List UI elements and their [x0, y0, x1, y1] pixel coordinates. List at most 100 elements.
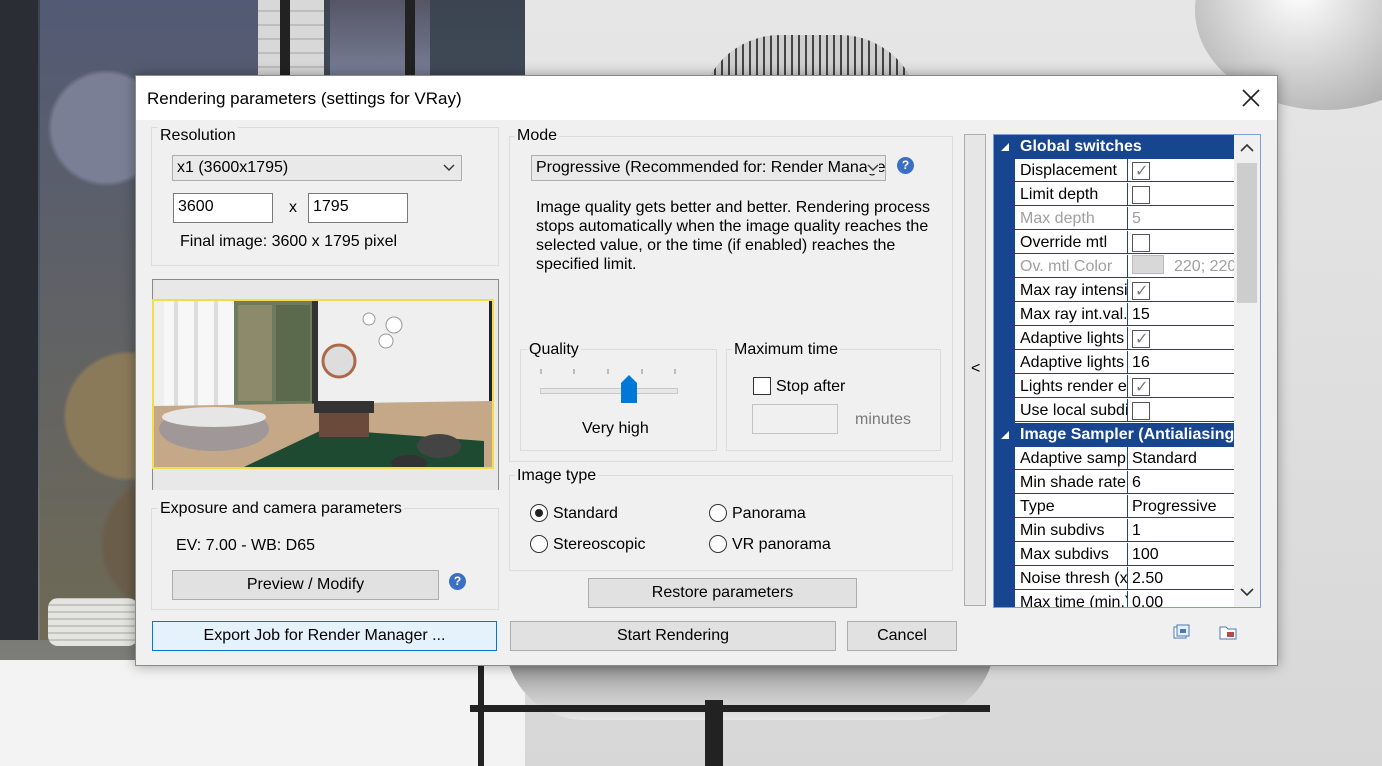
stop-after-checkbox[interactable] [753, 377, 771, 395]
restore-parameters-button[interactable]: Restore parameters [588, 578, 857, 608]
help-icon[interactable]: ? [897, 157, 914, 174]
help-icon[interactable]: ? [449, 573, 466, 590]
collapse-triangle-icon[interactable] [1000, 430, 1010, 440]
grid-property-value[interactable]: 6 [1128, 471, 1234, 494]
grid-property-value[interactable] [1128, 279, 1234, 302]
grid-property-value[interactable]: Progressive [1128, 495, 1234, 518]
grid-property-name[interactable]: Ov. mtl Color [1015, 255, 1128, 278]
grid-property-value[interactable]: 0.00 [1128, 591, 1234, 607]
grid-row: Max time (min.) 0.00 [994, 591, 1234, 607]
grid-scrollbar-thumb[interactable] [1237, 163, 1257, 303]
load-settings-icon[interactable] [1219, 623, 1237, 641]
radio-standard[interactable] [530, 504, 548, 522]
bg-drain [705, 700, 723, 766]
property-grid: Global switchesDisplacementLimit depthMa… [993, 134, 1261, 608]
grid-property-value[interactable]: 1 [1128, 519, 1234, 542]
grid-row-gutter [994, 207, 1015, 231]
grid-property-name[interactable]: Lights render elements [1015, 375, 1128, 398]
grid-category-1[interactable]: Global switches [994, 135, 1234, 159]
grid-row: Min subdivs 1 [994, 519, 1234, 543]
grid-checkbox[interactable] [1132, 376, 1150, 397]
grid-checkbox[interactable] [1132, 234, 1150, 252]
grid-property-value[interactable]: 5 [1128, 207, 1234, 230]
resolution-separator: x [289, 199, 297, 216]
collapse-panel-button[interactable]: < [964, 134, 986, 606]
save-settings-icon[interactable] [1172, 623, 1190, 641]
export-job-button[interactable]: Export Job for Render Manager ... [152, 621, 497, 651]
grid-value-text: Standard [1132, 450, 1197, 467]
grid-checkbox[interactable] [1132, 402, 1150, 420]
grid-property-value[interactable]: 220; 220 [1128, 255, 1234, 278]
chevron-down-icon [867, 162, 879, 174]
grid-scrollbar[interactable] [1234, 135, 1260, 607]
radio-panorama[interactable] [709, 504, 727, 522]
quality-slider-thumb[interactable] [621, 375, 638, 403]
grid-property-name[interactable]: Adaptive lights [1015, 327, 1128, 350]
radio-standard-label: Standard [553, 505, 618, 522]
bg-stand-leg [478, 660, 484, 766]
grid-row: Max depth 5 [994, 207, 1234, 231]
grid-property-name[interactable]: Type [1015, 495, 1128, 518]
grid-checkbox[interactable] [1132, 186, 1150, 204]
grid-row-gutter [994, 279, 1015, 303]
grid-property-name[interactable]: Max depth [1015, 207, 1128, 230]
chevron-up-icon[interactable] [1240, 143, 1254, 153]
height-input[interactable]: 1795 [308, 193, 408, 223]
start-rendering-button[interactable]: Start Rendering [510, 621, 836, 651]
close-icon [1242, 89, 1260, 107]
resolution-preset-select[interactable]: x1 (3600x1795) [172, 155, 462, 181]
grid-property-name[interactable]: Adaptive lights [1015, 351, 1128, 374]
grid-property-value[interactable] [1128, 159, 1234, 182]
grid-property-name[interactable]: Adaptive sampler [1015, 447, 1128, 470]
grid-property-name[interactable]: Override mtl [1015, 231, 1128, 254]
quality-slider-track[interactable] [540, 388, 678, 394]
grid-category-label: Image Sampler (Antialiasing) [1020, 426, 1240, 443]
preview-modify-button[interactable]: Preview / Modify [172, 570, 439, 600]
image-type-group [509, 475, 953, 571]
grid-property-name[interactable]: Max ray intensity [1015, 279, 1128, 302]
grid-row-gutter [994, 375, 1015, 399]
width-input[interactable]: 3600 [173, 193, 273, 223]
grid-property-value[interactable] [1128, 399, 1234, 422]
grid-property-value[interactable]: 15 [1128, 303, 1234, 326]
grid-property-value[interactable]: 2.50 [1128, 567, 1234, 590]
grid-property-name[interactable]: Noise thresh (x) [1015, 567, 1128, 590]
grid-property-name[interactable]: Max subdivs [1015, 543, 1128, 566]
color-swatch[interactable] [1132, 255, 1164, 274]
grid-row: Noise thresh (x) 2.50 [994, 567, 1234, 591]
grid-value-text: 5 [1132, 210, 1141, 227]
grid-property-value[interactable] [1128, 183, 1234, 206]
minutes-input[interactable] [752, 404, 838, 434]
grid-property-value[interactable] [1128, 327, 1234, 350]
grid-property-name[interactable]: Min subdivs [1015, 519, 1128, 542]
title-bar: Rendering parameters (settings for VRay) [136, 76, 1277, 120]
grid-property-name[interactable]: Limit depth [1015, 183, 1128, 206]
grid-property-value[interactable]: 16 [1128, 351, 1234, 374]
close-button[interactable] [1239, 86, 1263, 110]
grid-checkbox[interactable] [1132, 160, 1150, 181]
grid-property-value[interactable] [1128, 375, 1234, 398]
bg-rail [470, 705, 990, 712]
grid-checkbox[interactable] [1132, 280, 1150, 301]
grid-property-value[interactable] [1128, 231, 1234, 254]
grid-row: Adaptive samplerStandard [994, 447, 1234, 471]
chevron-down-icon[interactable] [1240, 587, 1254, 597]
grid-property-value[interactable]: 100 [1128, 543, 1234, 566]
grid-property-name[interactable]: Use local subdivs [1015, 399, 1128, 422]
grid-property-name[interactable]: Max ray int.val. [1015, 303, 1128, 326]
radio-vr-panorama[interactable] [709, 535, 727, 553]
bg-towels [48, 598, 138, 646]
grid-property-value[interactable]: Standard [1128, 447, 1234, 470]
grid-value-text: Progressive [1132, 498, 1217, 515]
grid-checkbox[interactable] [1132, 328, 1150, 349]
grid-property-name[interactable]: Min shade rate [1015, 471, 1128, 494]
collapse-triangle-icon[interactable] [1000, 142, 1010, 152]
mode-select[interactable]: Progressive (Recommended for: Render Man… [531, 155, 886, 181]
grid-property-name[interactable]: Max time (min.) [1015, 591, 1128, 607]
grid-value-text: 6 [1132, 474, 1141, 491]
radio-panorama-label: Panorama [732, 505, 806, 522]
grid-category-2[interactable]: Image Sampler (Antialiasing) [994, 423, 1240, 447]
cancel-button[interactable]: Cancel [847, 621, 957, 651]
grid-property-name[interactable]: Displacement [1015, 159, 1128, 182]
radio-stereoscopic[interactable] [530, 535, 548, 553]
